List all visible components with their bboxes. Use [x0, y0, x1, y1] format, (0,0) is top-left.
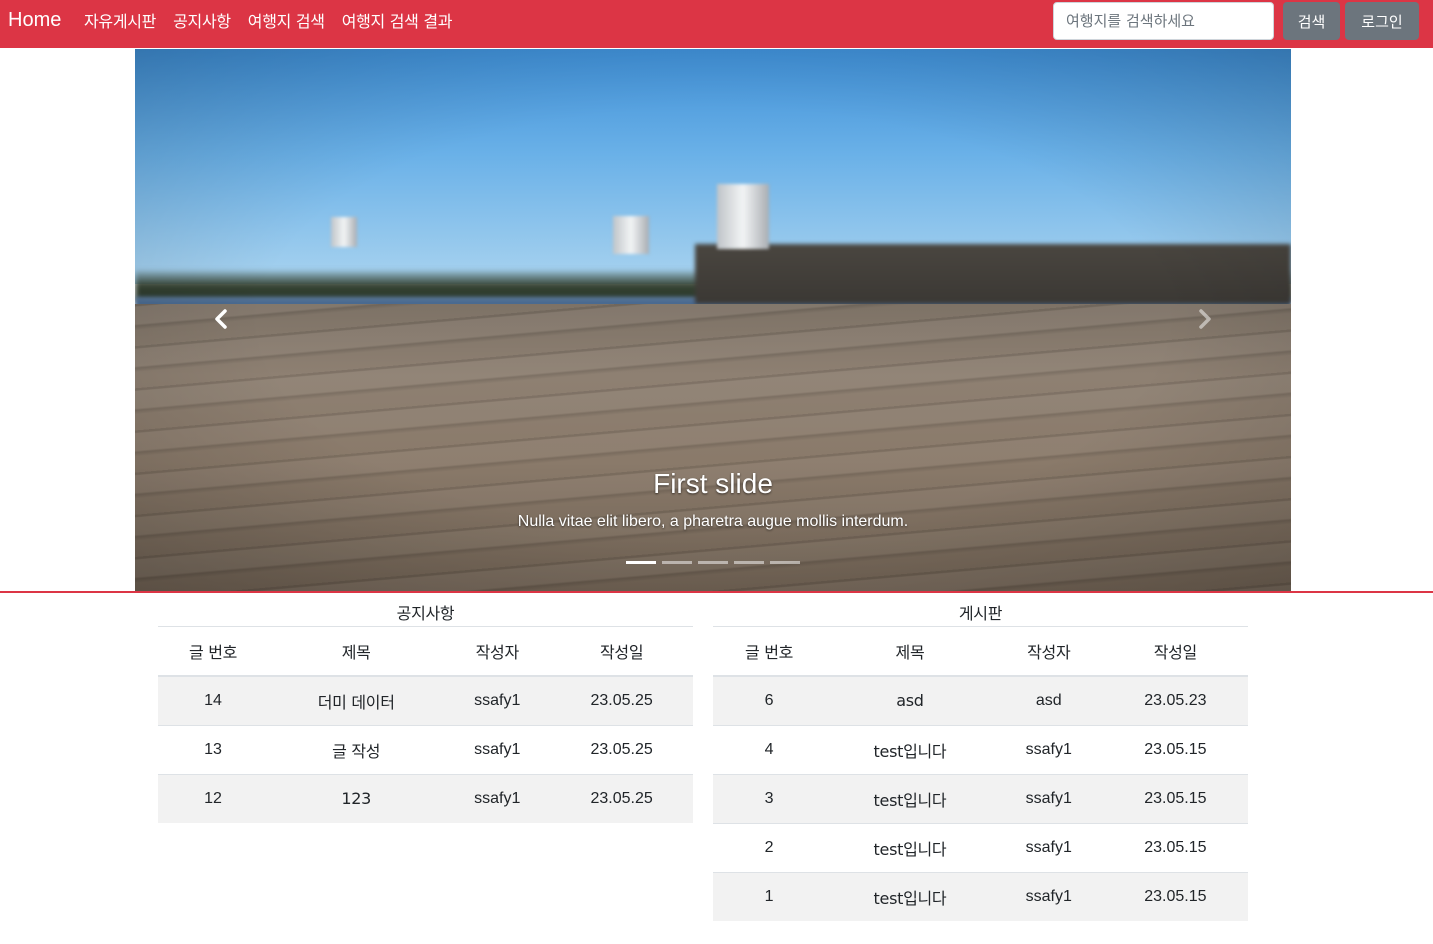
- notice-table: 글 번호 제목 작성자 작성일 14 더미 데이터 ssafy1 23.05.2…: [158, 627, 693, 823]
- column-header-date: 작성일: [1102, 627, 1248, 677]
- column-header-author: 작성자: [994, 627, 1103, 677]
- column-header-number: 글 번호: [158, 627, 269, 677]
- cell-title[interactable]: 더미 데이터: [268, 675, 445, 725]
- top-navbar: Home 자유게시판 공지사항 여행지 검색 여행지 검색 결과 검색 로그인: [0, 0, 1433, 48]
- cell-author: ssafy1: [994, 773, 1103, 823]
- cell-title[interactable]: test입니다: [825, 822, 995, 872]
- carousel-indicators: [626, 561, 806, 564]
- chevron-right-icon: [1199, 309, 1211, 329]
- cell-date: 23.05.23: [1102, 675, 1248, 725]
- login-button[interactable]: 로그인: [1345, 2, 1419, 40]
- carousel-indicator[interactable]: [698, 561, 728, 564]
- board-table: 글 번호 제목 작성자 작성일 6 asd asd 23.05.23 4 tes…: [713, 627, 1248, 921]
- table-row[interactable]: 4 test입니다 ssafy1 23.05.15: [713, 724, 1248, 774]
- column-header-title: 제목: [268, 627, 445, 677]
- carousel-prev-button[interactable]: [210, 307, 234, 331]
- slide-image-vignette: [135, 49, 1291, 591]
- carousel-indicator[interactable]: [734, 561, 764, 564]
- carousel-caption-text: Nulla vitae elit libero, a pharetra augu…: [517, 513, 909, 530]
- board-table-caption: 게시판: [713, 600, 1248, 627]
- search-input[interactable]: [1053, 2, 1274, 40]
- cell-author: ssafy1: [444, 724, 551, 774]
- cell-date: 23.05.25: [550, 675, 693, 725]
- carousel-indicator[interactable]: [662, 561, 692, 564]
- cell-number: 4: [713, 724, 826, 774]
- cell-author: ssafy1: [994, 822, 1103, 872]
- cell-date: 23.05.15: [1102, 822, 1248, 872]
- cell-date: 23.05.25: [550, 773, 693, 823]
- carousel-next-button[interactable]: [1192, 307, 1216, 331]
- cell-author: ssafy1: [444, 773, 551, 823]
- table-row[interactable]: 6 asd asd 23.05.23: [713, 675, 1248, 725]
- cell-title[interactable]: test입니다: [825, 773, 995, 823]
- cell-author: ssafy1: [994, 871, 1103, 921]
- cell-number: 14: [158, 675, 269, 725]
- column-header-title: 제목: [825, 627, 995, 677]
- chevron-left-icon: [215, 309, 227, 329]
- cell-author: asd: [994, 675, 1103, 725]
- table-row[interactable]: 1 test입니다 ssafy1 23.05.15: [713, 871, 1248, 921]
- brand-home-link[interactable]: Home: [8, 9, 61, 32]
- cell-date: 23.05.15: [1102, 724, 1248, 774]
- cell-number: 6: [713, 675, 826, 725]
- cell-number: 13: [158, 724, 269, 774]
- notice-table-section: 공지사항 글 번호 제목 작성자 작성일 14 더미 데이터 ssafy1 23…: [158, 600, 693, 823]
- section-divider: [0, 591, 1433, 593]
- table-header-row: 글 번호 제목 작성자 작성일: [158, 627, 693, 677]
- notice-table-caption: 공지사항: [158, 600, 693, 627]
- search-button[interactable]: 검색: [1283, 2, 1340, 40]
- cell-title[interactable]: asd: [825, 675, 995, 725]
- table-row[interactable]: 14 더미 데이터 ssafy1 23.05.25: [158, 675, 693, 725]
- carousel-caption-title: First slide: [653, 468, 773, 499]
- nav-links: 자유게시판 공지사항 여행지 검색 여행지 검색 결과: [84, 0, 469, 40]
- table-row[interactable]: 13 글 작성 ssafy1 23.05.25: [158, 724, 693, 774]
- table-header-row: 글 번호 제목 작성자 작성일: [713, 627, 1248, 677]
- nav-link-notice[interactable]: 공지사항: [173, 8, 231, 32]
- table-row[interactable]: 3 test입니다 ssafy1 23.05.15: [713, 773, 1248, 823]
- cell-number: 2: [713, 822, 826, 872]
- carousel-indicator[interactable]: [770, 561, 800, 564]
- column-header-number: 글 번호: [713, 627, 826, 677]
- cell-number: 3: [713, 773, 826, 823]
- nav-link-free-board[interactable]: 자유게시판: [84, 8, 156, 32]
- cell-date: 23.05.25: [550, 724, 693, 774]
- cell-title[interactable]: test입니다: [825, 871, 995, 921]
- table-row[interactable]: 12 123 ssafy1 23.05.25: [158, 773, 693, 823]
- column-header-author: 작성자: [444, 627, 551, 677]
- nav-link-travel-search[interactable]: 여행지 검색: [248, 8, 325, 32]
- column-header-date: 작성일: [550, 627, 693, 677]
- cell-date: 23.05.15: [1102, 871, 1248, 921]
- image-carousel: First slide Nulla vitae elit libero, a p…: [135, 49, 1291, 591]
- cell-author: ssafy1: [994, 724, 1103, 774]
- nav-link-travel-search-results[interactable]: 여행지 검색 결과: [342, 8, 453, 32]
- carousel-indicator[interactable]: [626, 561, 656, 564]
- cell-title[interactable]: 123: [268, 773, 445, 823]
- cell-number: 12: [158, 773, 269, 823]
- board-table-section: 게시판 글 번호 제목 작성자 작성일 6 asd asd 23.05.23 4…: [713, 600, 1248, 921]
- cell-title[interactable]: 글 작성: [268, 724, 445, 774]
- cell-date: 23.05.15: [1102, 773, 1248, 823]
- cell-number: 1: [713, 871, 826, 921]
- cell-title[interactable]: test입니다: [825, 724, 995, 774]
- table-row[interactable]: 2 test입니다 ssafy1 23.05.15: [713, 822, 1248, 872]
- cell-author: ssafy1: [444, 675, 551, 725]
